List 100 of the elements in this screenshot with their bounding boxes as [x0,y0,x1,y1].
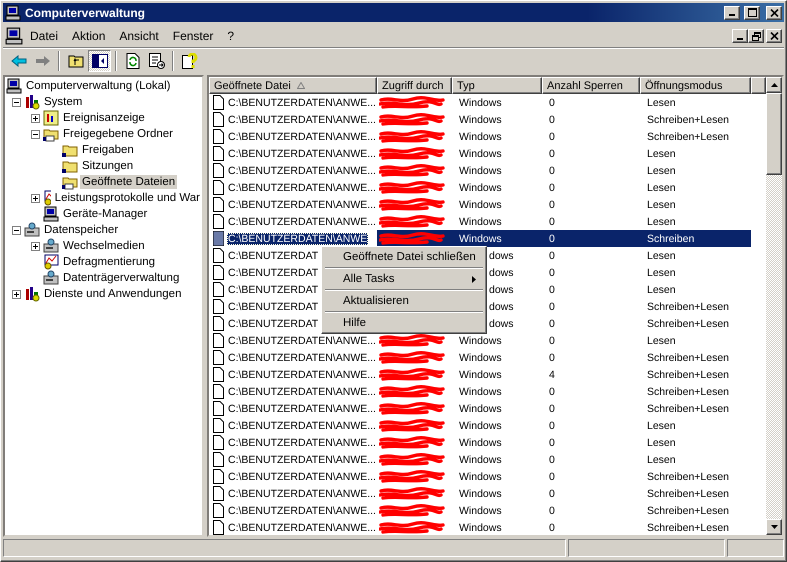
tree-item[interactable]: Dienste und Anwendungen [42,287,184,301]
sort-arrow-icon [296,82,305,89]
maximize-button[interactable] [744,6,760,20]
tree-item[interactable]: Freigegebene Ordner [61,127,175,141]
collapse-icon[interactable] [12,226,20,234]
table-cell: dows [488,318,515,330]
table-cell: Windows [458,420,503,432]
table-cell: C:\BENUTZERDATEN\ANWE... [227,386,377,398]
menu-item[interactable]: Aktion [65,27,112,45]
table-cell: C:\BENUTZERDATEN\ANWE... [227,420,377,432]
table-cell: Lesen [646,96,677,108]
column-header[interactable]: Typ [452,77,542,94]
menu-item[interactable]: Hilfe [324,315,484,331]
menu-item[interactable]: Datei [23,27,66,45]
redaction-mark [379,147,445,160]
tree-item[interactable]: Leistungsprotokolle und War [52,191,202,205]
table-cell: Lesen [646,334,677,346]
scroll-down-button[interactable] [766,519,782,535]
collapse-icon[interactable] [30,130,40,138]
redaction-mark [379,215,445,228]
table-cell: C:\BENUTZERDATEN\ANWE... [227,504,377,516]
tree-item[interactable]: Datenspeicher [42,223,120,237]
table-cell: C:\BENUTZERDATEN\ANWE [227,232,368,244]
file-icon [213,333,224,348]
table-cell: 0 [548,300,556,312]
restore-button[interactable] [748,29,764,43]
table-cell: Windows [458,368,503,380]
tree-item[interactable]: Geöffnete Dateien [80,175,178,189]
redaction-mark [379,164,445,177]
close-button[interactable] [766,6,782,20]
minimize-button[interactable] [732,29,748,43]
tree-item[interactable]: Freigaben [80,143,136,157]
table-cell: Lesen [646,216,677,228]
tree-item[interactable]: System [42,95,84,109]
table-cell: C:\BENUTZERDATEN\ANWE... [227,402,377,414]
table-cell: Schreiben+Lesen [646,470,730,482]
scroll-bar[interactable] [766,77,782,535]
table-cell: C:\BENUTZERDAT [227,300,320,312]
file-icon [213,163,224,178]
table-cell: C:\BENUTZERDAT [227,318,320,330]
computer-icon [6,78,22,94]
table-cell: Lesen [646,250,677,262]
table-cell: Lesen [646,148,677,160]
table-cell: 0 [548,318,556,330]
expand-icon[interactable] [30,194,40,202]
file-icon [213,112,224,127]
table-cell: Schreiben+Lesen [646,130,730,142]
menu-item[interactable]: Fenster [166,27,220,45]
tree-item[interactable]: Sitzungen [80,159,136,173]
table-cell: Schreiben+Lesen [646,368,730,380]
redaction-mark [379,453,445,466]
table-cell: 0 [548,334,556,346]
table-cell: Lesen [646,436,677,448]
redaction-mark [379,232,445,245]
table-cell: Schreiben [646,232,696,244]
table-cell: C:\BENUTZERDATEN\ANWE... [227,198,377,210]
expand-icon[interactable] [30,242,40,250]
table-cell: Lesen [646,266,677,278]
table-cell: Windows [458,522,503,534]
table-cell: 0 [548,420,556,432]
tree-item[interactable]: Ereignisanzeige [61,111,147,125]
table-cell: 0 [548,470,556,482]
column-header[interactable]: Zugriff durch [377,77,452,94]
tree-item[interactable]: Defragmentierung [61,255,158,269]
table-cell: Windows [458,232,503,244]
tree-item[interactable]: Geräte-Manager [61,207,150,221]
table-cell: C:\BENUTZERDATEN\ANWE... [227,334,377,346]
menu-item[interactable]: Ansicht [112,27,166,45]
file-icon [213,350,224,365]
table-cell: 0 [548,488,556,500]
panel-button[interactable] [88,50,111,72]
menu-item[interactable]: Aktualisieren [324,293,484,309]
folder-up-icon [68,53,84,68]
collapse-icon[interactable] [12,98,20,106]
minimize-button[interactable] [724,6,740,20]
table-cell: 0 [548,198,556,210]
redaction-mark [379,402,445,415]
table-cell: C:\BENUTZERDATEN\ANWE... [227,164,377,176]
column-header[interactable]: Anzahl Sperren [542,77,640,94]
menu-item[interactable]: ? [220,27,242,45]
redaction-mark [379,436,445,449]
scroll-up-button[interactable] [766,77,782,93]
table-cell: Lesen [646,164,677,176]
menu-item[interactable]: Geöffnete Datei schließen [324,249,484,265]
close-icon [770,32,778,40]
file-icon [213,265,224,280]
table-cell: Windows [458,386,503,398]
scroll-thumb[interactable] [766,93,782,175]
column-header[interactable]: Öffnungsmodus [640,77,751,94]
table-cell: dows [488,284,515,296]
tree-item[interactable]: Computerverwaltung (Lokal) [24,79,172,93]
table-cell: 0 [548,250,556,262]
tree-item[interactable]: Wechselmedien [61,239,147,253]
tree-item[interactable]: Datenträgerverwaltung [61,271,182,285]
expand-icon[interactable] [30,114,40,122]
menu-item[interactable]: Alle Tasks [324,271,484,287]
expand-icon[interactable] [12,290,20,298]
panel-icon [92,54,108,68]
close-button[interactable] [766,29,782,43]
column-header[interactable]: Geöffnete Datei [209,77,377,94]
